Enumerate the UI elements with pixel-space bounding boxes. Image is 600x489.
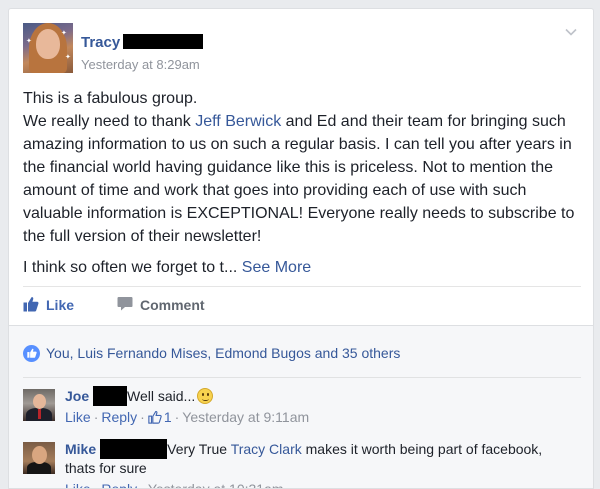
like-label: Like [46,297,75,313]
post-line: This is a fabulous group. [23,90,198,107]
author-name[interactable]: Tracy [81,34,120,51]
divider [23,286,581,287]
commenter-name[interactable]: Mike [65,441,96,457]
commenter-name[interactable]: Joe [65,388,89,404]
chevron-down-icon[interactable] [565,25,577,37]
post-timestamp[interactable]: Yesterday at 8:29am [81,57,200,72]
post-body: This is a fabulous group. We really need… [23,87,583,279]
post-card: ✦ ✦ ✦ Tracy Yesterday at 8:29am This is … [8,8,594,489]
comment-meta: Like · Reply · 1 · Yesterday at 9:11am [65,408,575,429]
comment-label: Comment [140,297,205,313]
post-paragraph: We really need to thank Jeff Berwick and… [23,113,575,245]
comment-text-line: Joe Well said... [65,385,575,406]
author-avatar[interactable]: ✦ ✦ ✦ [23,23,73,73]
post-paragraph: I think so often we forget to t... See M… [23,259,312,276]
feedback-area: You, Luis Fernando Mises, Edmond Bugos a… [9,325,593,488]
comment-text: Well said... [127,388,196,404]
comment-text-line: Mike Very True Tracy Clark makes it worth… [65,438,575,478]
comment-reply-link[interactable]: Reply [101,481,137,488]
thumbs-up-icon [23,296,39,315]
comment-reply-link[interactable]: Reply [101,409,137,425]
redacted-surname [123,33,204,49]
mention-link[interactable]: Tracy Clark [231,441,302,457]
smiley-icon [197,388,214,404]
redacted-surname [100,438,168,459]
like-reaction-icon [23,344,40,362]
comment-button[interactable]: Comment [117,292,205,318]
comment-meta: Like · Reply · Yesterday at 10:31am [65,480,575,488]
commenter-avatar[interactable] [23,442,55,474]
comment-body: Joe Well said... Like · Reply · 1 · Yesterday … [65,385,575,429]
speech-bubble-icon [117,296,133,314]
reactions-summary[interactable]: You, Luis Fernando Mises, Edmond Bugos a… [23,343,400,363]
comment-like-link[interactable]: Like [65,409,91,425]
post-header: ✦ ✦ ✦ Tracy Yesterday at 8:29am [23,23,583,75]
comment-timestamp[interactable]: Yesterday at 10:31am [148,481,284,488]
thumbs-up-icon [148,410,162,429]
reactions-text: You, Luis Fernando Mises, Edmond Bugos a… [46,345,401,361]
comment-text: Very True [167,441,231,457]
comment-timestamp[interactable]: Yesterday at 9:11am [182,409,309,425]
comment-body: Mike Very True Tracy Clark makes it worth… [65,438,575,488]
commenter-avatar[interactable] [23,389,55,421]
action-bar: Like Comment [23,292,581,318]
redacted-surname [93,385,128,406]
comment-like-count[interactable]: 1 [164,409,172,425]
comment-like-link[interactable]: Like [65,481,91,488]
see-more-link[interactable]: See More [242,259,311,276]
divider [23,377,581,378]
mention-link[interactable]: Jeff Berwick [195,113,281,130]
author-line: Tracy [81,33,204,54]
like-button[interactable]: Like [23,292,74,318]
